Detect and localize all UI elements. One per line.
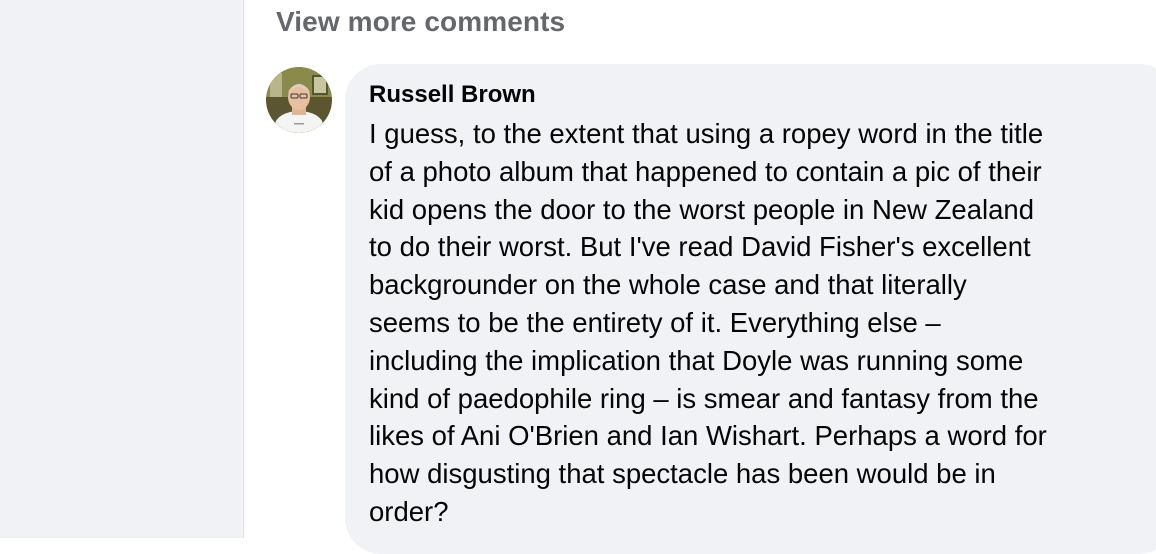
comment-text-line: order? xyxy=(369,495,449,527)
comment-text-line: kid opens the door to the worst people i… xyxy=(369,193,1034,225)
comment-text-line: backgrounder on the whole case and that … xyxy=(369,269,967,301)
comment-text-line: how disgusting that spectacle has been w… xyxy=(369,458,996,490)
comment-text-line: likes of Ani O'Brien and Ian Wishart. Pe… xyxy=(369,420,1047,452)
comment-text-line: of a photo album that happened to contai… xyxy=(369,155,1042,187)
comment-text-line: seems to be the entirety of it. Everythi… xyxy=(369,306,941,338)
left-sidebar-area xyxy=(0,0,244,538)
comment-text: I guess, to the extent that using a rope… xyxy=(369,115,1144,531)
comment-text-line: including the implication that Doyle was… xyxy=(369,344,1024,376)
comment-text-line: I guess, to the extent that using a rope… xyxy=(369,118,1044,149)
comment-author-name[interactable]: Russell Brown xyxy=(369,81,536,109)
comment-text-line: to do their worst. But I've read David F… xyxy=(369,231,1031,263)
view-more-comments-link[interactable]: View more comments xyxy=(276,6,565,38)
user-avatar-photo-icon xyxy=(266,67,332,133)
avatar[interactable] xyxy=(266,67,332,133)
comment-text-line: kind of paedophile ring – is smear and f… xyxy=(369,382,1039,414)
